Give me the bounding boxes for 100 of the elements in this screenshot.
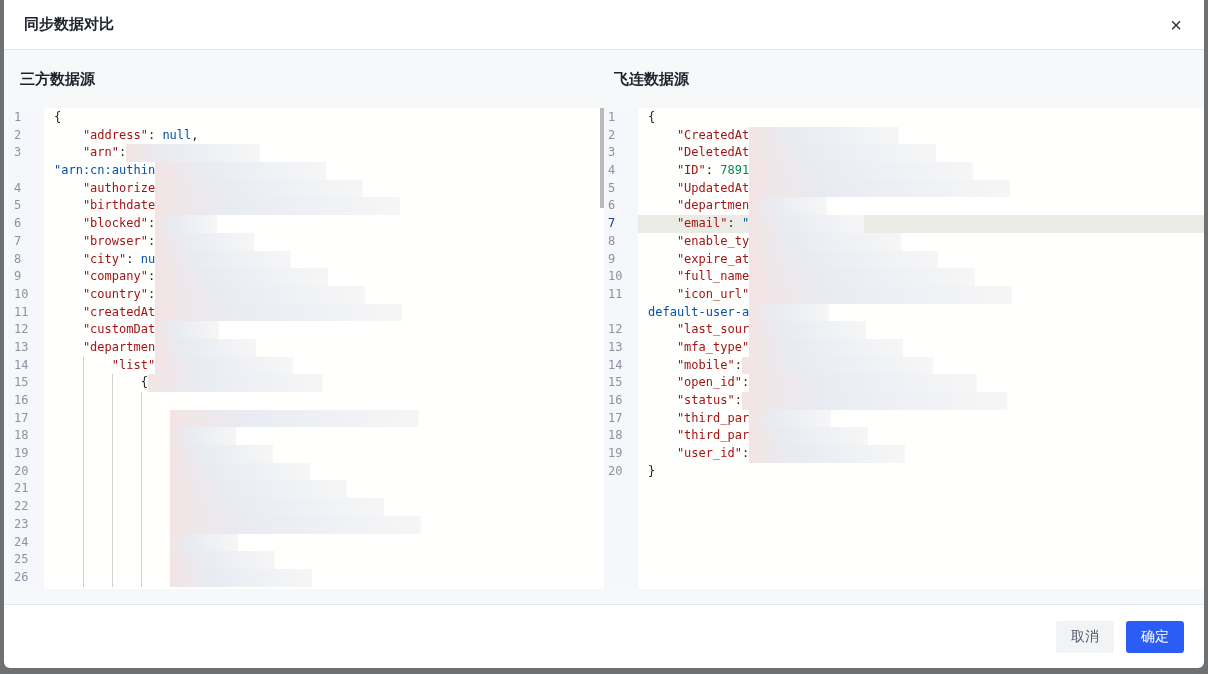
code-token: : <box>741 374 750 392</box>
line-number: 16 <box>607 392 624 409</box>
code-token: : <box>147 232 156 250</box>
line-number: 3 <box>607 144 617 162</box>
code-token: { <box>54 109 62 126</box>
code-token: "country" <box>81 285 148 303</box>
line-number: 25 <box>13 551 30 569</box>
close-button[interactable]: × <box>1168 14 1184 35</box>
line-number: 20 <box>607 462 624 480</box>
code-token: "departmen <box>81 338 156 356</box>
line-number: 16 <box>13 392 30 409</box>
line-number: 1 <box>607 109 617 126</box>
code-token: "CreatedAt <box>675 126 750 144</box>
line-number: 21 <box>13 480 30 498</box>
code-token: default-user-a <box>648 303 750 321</box>
code-token: " <box>741 215 750 233</box>
line-number: 7 <box>607 215 617 233</box>
code-token: "company" <box>81 268 148 286</box>
line-number: 20 <box>13 462 30 480</box>
confirm-button[interactable]: 确定 <box>1126 620 1184 653</box>
code-token: "expire_at <box>675 250 750 268</box>
code-token: "mfa_type" <box>675 338 750 356</box>
code-token: "authorize <box>81 179 156 197</box>
code-token: : <box>705 162 715 180</box>
code-token: "blocked" <box>81 215 148 233</box>
line-number: 13 <box>607 338 624 356</box>
code-token: 7891 <box>720 162 750 180</box>
line-number: 13 <box>13 338 30 356</box>
cancel-button[interactable]: 取消 <box>1056 620 1114 653</box>
line-number: 5 <box>607 179 617 197</box>
code-token: { <box>139 374 148 392</box>
code-token: "DeletedAt <box>675 144 750 162</box>
code-token: "customDat <box>81 321 156 339</box>
line-number: 24 <box>13 533 30 551</box>
line-number: 2 <box>13 126 23 144</box>
line-number: 1 <box>13 109 23 126</box>
line-number: 6 <box>607 197 617 215</box>
code-token: : <box>741 445 750 463</box>
line-number: 14 <box>13 356 30 374</box>
line-number: 10 <box>13 285 30 303</box>
code-token: "createdAt <box>81 303 156 321</box>
line-number: 19 <box>607 445 624 463</box>
line-number: 2 <box>607 126 617 144</box>
line-number: 10 <box>607 268 624 286</box>
line-number: 9 <box>13 268 23 286</box>
line-number: 4 <box>607 162 617 180</box>
code-token: "enable_ty <box>675 232 750 250</box>
line-number: 15 <box>607 374 624 392</box>
code-token: : <box>734 392 742 409</box>
code-token: "user_id" <box>675 445 742 463</box>
line-number: 11 <box>607 285 624 303</box>
line-number: 7 <box>13 232 23 250</box>
code-token: "open_id" <box>675 374 742 392</box>
code-token: { <box>648 109 656 126</box>
code-token: "list" <box>110 356 156 374</box>
line-number: 14 <box>607 356 624 374</box>
code-token: "departmen <box>675 197 750 215</box>
line-number: 12 <box>607 321 624 339</box>
line-number: 6 <box>13 215 23 233</box>
line-number: 9 <box>607 250 617 268</box>
code-token: , <box>191 126 199 144</box>
line-number: 17 <box>13 409 30 427</box>
code-token: : <box>147 215 156 233</box>
panel-title: 飞连数据源 <box>614 69 689 89</box>
code-token: "icon_url" <box>675 285 750 303</box>
line-number: 18 <box>13 427 30 445</box>
code-token: "arn" <box>81 144 120 162</box>
code-token: : <box>147 285 156 303</box>
line-number: 23 <box>13 515 30 533</box>
code-token: "mobile" <box>675 356 735 374</box>
line-number: 8 <box>607 232 617 250</box>
scrollbar[interactable] <box>600 108 604 208</box>
code-token: nu <box>140 250 156 268</box>
code-token: "UpdatedAt <box>675 179 750 197</box>
line-number: 17 <box>607 409 624 427</box>
code-token: : <box>147 268 156 286</box>
line-number: 5 <box>13 197 23 215</box>
line-number: 12 <box>13 321 30 339</box>
code-token: "status" <box>675 392 735 409</box>
code-token: : <box>126 250 135 268</box>
code-token: "third_par <box>675 427 750 445</box>
code-token: : <box>119 144 127 162</box>
code-token: : <box>734 356 742 374</box>
panel-title: 三方数据源 <box>20 69 95 89</box>
code-token: "browser" <box>81 232 148 250</box>
line-number: 4 <box>13 179 23 197</box>
code-token: "email" <box>675 215 728 233</box>
code-token: "ID" <box>675 162 706 180</box>
line-number: 11 <box>13 303 30 321</box>
code-token: "third_par <box>675 409 750 427</box>
code-token: : <box>727 215 736 233</box>
line-number: 8 <box>13 250 23 268</box>
code-token: "full_name <box>675 268 750 286</box>
code-token: : <box>147 126 157 144</box>
code-token: "address" <box>81 126 148 144</box>
line-number: 18 <box>607 427 624 445</box>
line-number: 15 <box>13 374 30 392</box>
dialog-title: 同步数据对比 <box>24 15 114 34</box>
code-token: "city" <box>81 250 127 268</box>
line-number: 26 <box>13 568 30 586</box>
